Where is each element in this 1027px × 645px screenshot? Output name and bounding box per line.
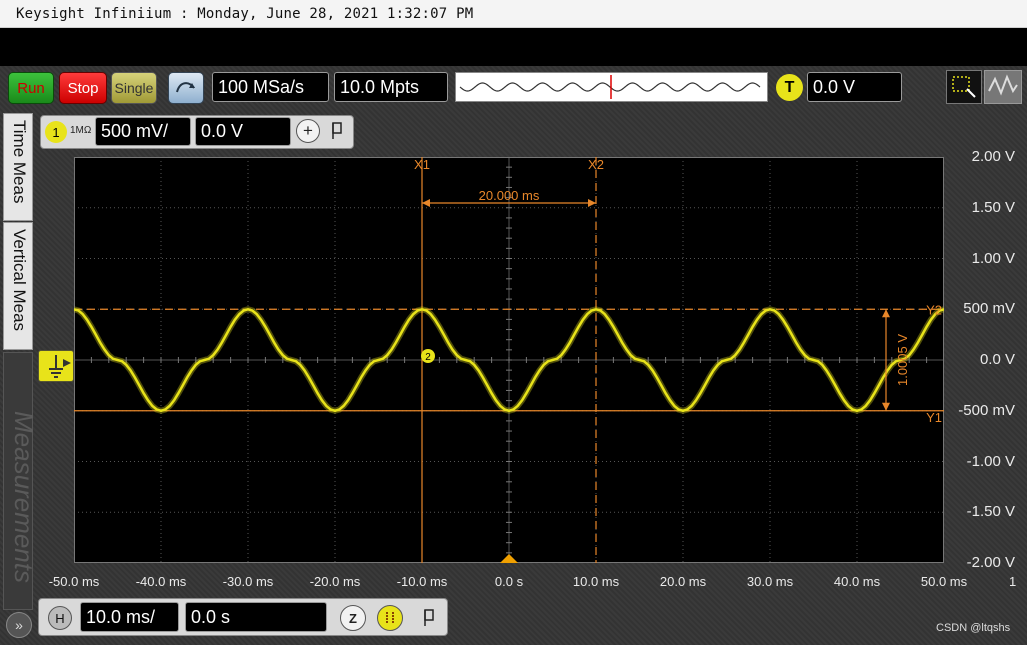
channel-impedance: 1MΩ <box>70 125 92 136</box>
y-tick-label: 1.00 V <box>971 249 1015 267</box>
expand-panel-button[interactable]: » <box>6 612 32 638</box>
zoom-toggle-button[interactable]: Z <box>340 605 366 631</box>
waveform-point <box>464 359 467 361</box>
flag-icon <box>424 609 434 626</box>
waveform-point <box>856 409 858 412</box>
x-tick-label: -20.0 ms <box>309 574 361 589</box>
memory-depth-field[interactable]: 10.0 Mpts <box>334 72 448 102</box>
horizontal-mode-button[interactable] <box>377 605 403 631</box>
tab-time-meas-label: Time Meas <box>10 120 29 204</box>
measurement-marker-2-label: 2 <box>425 352 431 363</box>
add-channel-button[interactable]: + <box>296 119 320 143</box>
delta-x-label: 20.000 ms <box>479 188 540 203</box>
stop-button[interactable]: Stop <box>59 72 107 104</box>
waveform-mode-button[interactable] <box>984 70 1022 104</box>
waveform-overview[interactable] <box>455 72 768 102</box>
x-tick-label: 50.0 ms <box>920 574 968 589</box>
cursor-y2-label: Y2 <box>926 302 942 317</box>
horizontal-position-field[interactable]: 0.0 s <box>185 602 327 632</box>
waveform-point <box>595 308 597 311</box>
bars-icon <box>386 612 394 624</box>
x-tick-label: 30.0 ms <box>746 574 794 589</box>
tab-vertical-meas-label: Vertical Meas <box>10 229 29 332</box>
channel-indicator: 1 <box>1009 574 1017 589</box>
sample-rate-field[interactable]: 100 MSa/s <box>212 72 329 102</box>
waveform-point <box>203 359 206 361</box>
y-tick-label: -1.00 V <box>966 452 1015 470</box>
waveform-point <box>421 308 423 311</box>
delta-y-arrowhead <box>882 309 890 318</box>
y-tick-label: -1.50 V <box>966 503 1015 521</box>
cursor-x2-label: X2 <box>588 157 604 172</box>
x-tick-label: 40.0 ms <box>833 574 881 589</box>
x-tick-label: 0.0 s <box>494 574 524 589</box>
waveform-point <box>160 409 162 412</box>
waveform-point <box>769 308 771 311</box>
x-tick-label: -10.0 ms <box>396 574 448 589</box>
channel-flag-button[interactable] <box>330 119 344 141</box>
trigger-level-field[interactable]: 0.0 V <box>807 72 902 102</box>
channel-1-badge[interactable]: 1 <box>45 121 67 143</box>
waveform-point <box>812 359 815 361</box>
waveform-point <box>290 359 293 361</box>
x-tick-label: -30.0 ms <box>222 574 274 589</box>
waveform-point <box>377 359 380 361</box>
window-title: Keysight Infiniium : Monday, June 28, 20… <box>16 6 474 22</box>
trigger-ground-icon <box>49 355 71 378</box>
x-tick-label: 20.0 ms <box>659 574 707 589</box>
horizontal-flag-button[interactable] <box>422 606 436 628</box>
y-tick-label: -500 mV <box>958 401 1015 419</box>
y-tick-label: 500 mV <box>963 300 1015 318</box>
y-tick-label: -2.00 V <box>966 554 1015 571</box>
run-button[interactable]: Run <box>8 72 54 104</box>
channel-offset-field[interactable]: 0.0 V <box>195 117 291 146</box>
trigger-position-marker <box>500 554 518 563</box>
x-tick-label: -50.0 ms <box>48 574 100 589</box>
channel-scale-field[interactable]: 500 mV/ <box>95 117 191 146</box>
y-tick-label: 2.00 V <box>971 148 1015 165</box>
tab-vertical-meas[interactable]: Vertical Meas <box>3 222 33 350</box>
waveform-display[interactable]: 20.000 ms X1 X2 1.0005 V Y2 Y1 2 <box>73 156 945 564</box>
delta-x-arrowhead <box>588 199 596 207</box>
y-tick-label: 0.0 V <box>979 351 1015 368</box>
waveform-point <box>247 308 249 311</box>
waveform-point <box>116 359 119 361</box>
top-black-band <box>0 28 1027 66</box>
trigger-badge[interactable]: T <box>776 74 803 101</box>
waveform-point <box>638 359 641 361</box>
waveform-point <box>551 359 554 361</box>
horizontal-badge[interactable]: H <box>48 606 72 630</box>
waveform-point <box>682 409 684 412</box>
overview-trace <box>459 82 761 92</box>
waveform-point <box>508 409 510 412</box>
single-button[interactable]: Single <box>111 72 157 104</box>
tab-time-meas[interactable]: Time Meas <box>3 113 33 221</box>
x-tick-label: -40.0 ms <box>135 574 187 589</box>
autoscale-button[interactable] <box>168 72 204 104</box>
cursor-x1-label: X1 <box>414 157 430 172</box>
window-title-bar: Keysight Infiniium : Monday, June 28, 20… <box>0 0 1027 28</box>
cursor-y1-label: Y1 <box>926 410 942 425</box>
trigger-level-marker[interactable] <box>38 350 74 382</box>
delta-y-arrowhead <box>882 402 890 411</box>
waveform-point <box>725 359 728 361</box>
delta-y-label: 1.0005 V <box>895 334 910 386</box>
flag-icon <box>332 122 342 139</box>
overview-waveform <box>459 75 761 99</box>
x-tick-label: 10.0 ms <box>572 574 620 589</box>
y-tick-label: 1.50 V <box>971 198 1015 216</box>
watermark: CSDN @ltqshs <box>936 622 1011 634</box>
measurements-label: Measurements <box>9 411 39 583</box>
delta-x-arrowhead <box>422 199 430 207</box>
waveform-point <box>334 409 336 412</box>
horizontal-scale-field[interactable]: 10.0 ms/ <box>80 602 179 632</box>
waveform-plot: 20.000 ms X1 X2 1.0005 V Y2 Y1 2 <box>73 156 945 564</box>
zoom-box-icon <box>952 76 976 98</box>
waveform-mode-icon <box>988 74 1018 96</box>
autoscale-icon <box>176 82 195 93</box>
zoom-box-button[interactable] <box>946 70 982 104</box>
measurements-panel-tab[interactable]: Measurements <box>3 352 39 610</box>
